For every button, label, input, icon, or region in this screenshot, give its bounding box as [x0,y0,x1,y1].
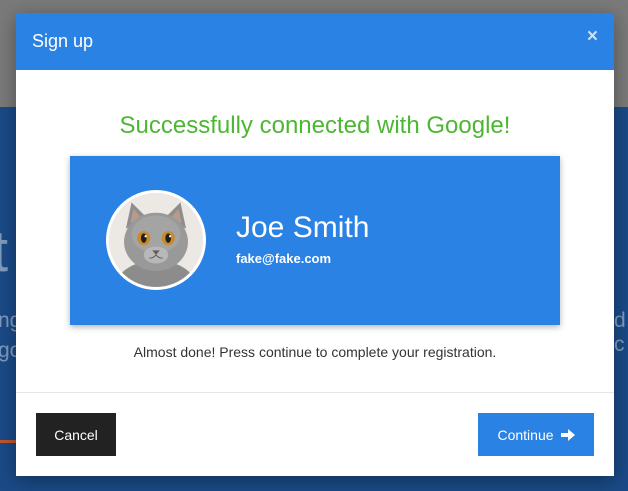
modal-title: Sign up [32,31,94,51]
cat-avatar-icon [106,190,206,290]
footer-divider [16,392,614,393]
user-name: Joe Smith [236,211,370,244]
signup-modal: Sign up × Successfully connected with Go… [16,13,614,476]
background-accent-line [0,440,16,443]
modal-header: Sign up × [16,13,614,70]
success-message: Successfully connected with Google! [119,112,511,139]
close-icon[interactable]: × [587,27,598,46]
background-headline: t [0,219,9,284]
profile-card: Joe Smith fake@fake.com [70,156,560,325]
registration-note: Almost done! Press continue to complete … [133,344,497,360]
background-text-fragment: d c [614,309,626,356]
continue-button-label: Continue [497,426,554,443]
arrow-right-icon [560,428,575,441]
cancel-button[interactable]: Cancel [36,413,116,456]
continue-button[interactable]: Continue [478,413,594,456]
cancel-button-label: Cancel [54,426,98,443]
user-email: fake@fake.com [236,251,332,266]
